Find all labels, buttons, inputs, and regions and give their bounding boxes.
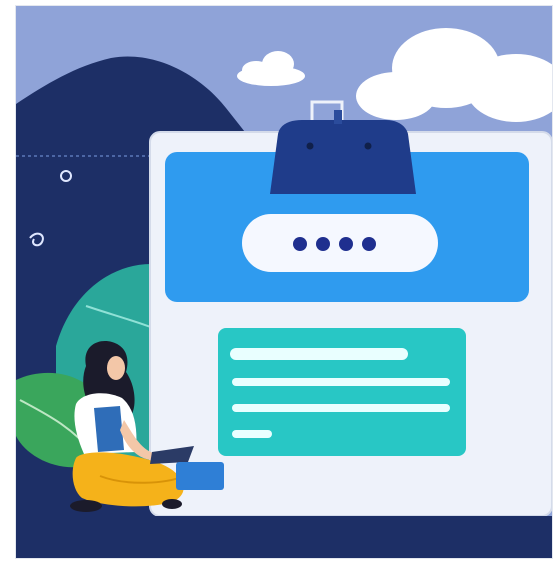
lock-dot-left: [306, 142, 314, 150]
shoe-left: [70, 500, 102, 512]
lock-stem: [334, 110, 342, 124]
lock-shape: [270, 120, 416, 194]
login-illustration: ••••: [16, 6, 552, 558]
illustration-frame: ••••: [16, 6, 552, 558]
shoe-right: [162, 499, 182, 509]
ground: [16, 516, 552, 558]
lock-dot-right: [364, 142, 372, 150]
shirt-inner: [94, 406, 124, 452]
blue-box: [176, 462, 224, 490]
face: [107, 356, 125, 380]
